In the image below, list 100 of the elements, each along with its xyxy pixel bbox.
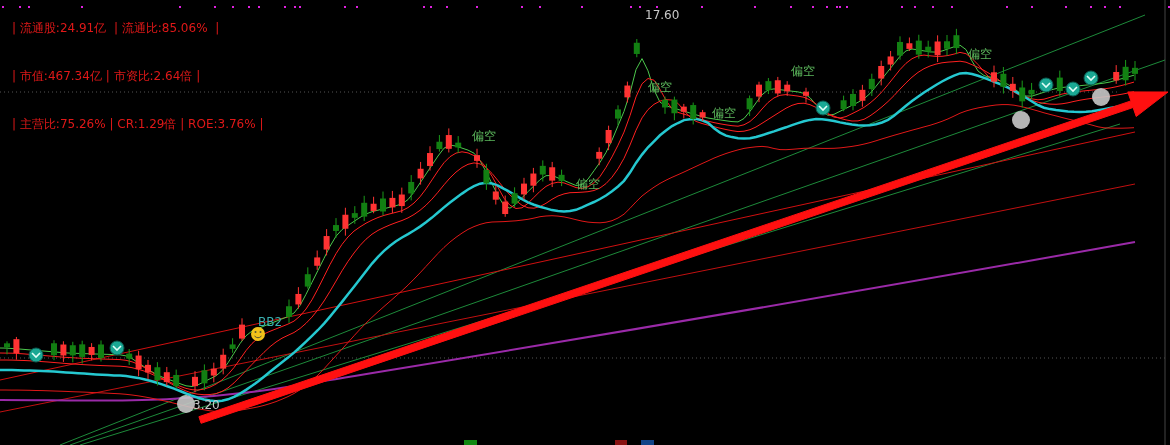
candlestick — [145, 359, 151, 380]
candlestick — [878, 60, 885, 86]
candlestick — [361, 195, 368, 222]
candlestick — [1019, 80, 1026, 109]
chevron-badge-icon — [1065, 81, 1081, 97]
candlestick — [342, 207, 349, 237]
candlestick — [624, 81, 631, 104]
candlestick — [521, 177, 527, 201]
candlestick — [408, 174, 415, 201]
tag-marker — [641, 440, 654, 445]
candlestick — [680, 103, 687, 119]
candlestick — [615, 104, 621, 126]
candlestick — [60, 340, 67, 363]
signal-label: 偏空 — [472, 129, 496, 143]
candlestick — [436, 134, 443, 153]
candlestick — [774, 76, 781, 97]
candlestick — [229, 337, 236, 354]
signal-label: 偏空 — [968, 47, 992, 61]
candlestick — [906, 37, 913, 52]
candlestick — [333, 217, 339, 239]
candlestick — [135, 350, 142, 377]
chevron-badge-icon — [1038, 77, 1054, 93]
candlestick — [370, 196, 377, 214]
signal-label: 偏空 — [712, 106, 736, 120]
candlestick — [850, 88, 856, 111]
candlestick — [427, 145, 433, 172]
candlestick — [163, 366, 170, 387]
candlestick — [304, 266, 311, 290]
candlestick — [511, 186, 518, 208]
candlestick — [69, 341, 76, 363]
candlestick — [765, 77, 772, 95]
candlestick — [1122, 59, 1129, 87]
candlestick — [756, 81, 762, 103]
candlestick — [868, 73, 875, 97]
candlestick — [323, 228, 330, 256]
chevron-badge-icon — [1083, 70, 1099, 86]
candlestick — [633, 38, 640, 58]
candlestick — [1000, 66, 1007, 95]
chevron-badge-icon — [109, 340, 125, 356]
candlestick — [201, 363, 208, 391]
candlestick — [671, 96, 678, 121]
candlestick — [897, 35, 903, 61]
candlestick — [1009, 76, 1016, 99]
candlestick — [549, 161, 556, 188]
candlestick — [239, 317, 245, 342]
candlestick — [126, 348, 133, 366]
candlestick — [210, 362, 217, 383]
chevron-badge-icon — [815, 100, 831, 116]
candlestick — [220, 348, 227, 375]
stock-info-line: | 主营比:75.26% | CR:1.29倍 | ROE:3.76% | — [12, 116, 264, 132]
candlestick — [51, 339, 57, 361]
candlestick — [192, 370, 198, 393]
tag-marker — [464, 440, 477, 445]
candlestick — [98, 339, 104, 363]
candlestick — [79, 340, 86, 365]
candlestick — [389, 190, 396, 214]
candlestick — [483, 163, 490, 191]
candlestick — [690, 102, 697, 125]
candlestick — [1028, 82, 1035, 100]
candlestick — [398, 187, 405, 214]
candlestick — [502, 195, 509, 218]
candlestick — [88, 342, 95, 361]
smiley-icon — [251, 327, 265, 341]
tag-marker — [615, 440, 627, 445]
circle-marker-icon — [1092, 88, 1110, 106]
candlestick — [887, 50, 894, 71]
candlestick — [539, 159, 546, 183]
candlestick — [530, 167, 537, 193]
candlestick — [746, 95, 753, 117]
candlestick — [154, 361, 161, 387]
candlestick — [314, 250, 321, 271]
candlestick — [991, 65, 997, 88]
candlestick — [1132, 60, 1138, 81]
candlestick — [1113, 64, 1120, 85]
candlestick — [596, 146, 603, 166]
candlestick — [4, 340, 10, 355]
candlestick — [474, 148, 480, 169]
candlestick — [803, 87, 809, 104]
candlestick — [492, 184, 499, 206]
chevron-badge-icon — [28, 347, 44, 363]
signal-label: 偏空 — [791, 64, 815, 78]
candlestick — [662, 96, 668, 115]
candlestick — [173, 369, 180, 390]
high-price-label: 17.60 — [645, 8, 680, 22]
candlestick — [605, 125, 612, 151]
candlestick — [840, 95, 847, 112]
circle-marker-icon — [177, 395, 195, 413]
candlestick — [859, 84, 866, 108]
candlestick — [953, 28, 960, 55]
candlestick — [286, 299, 292, 324]
candlestick — [784, 80, 791, 97]
candlestick — [417, 161, 424, 186]
candlestick — [699, 109, 706, 122]
candlestick — [351, 205, 358, 225]
candlestick — [944, 34, 950, 57]
candlestick — [380, 191, 386, 216]
stock-info-line: | 流通股:24.91亿 | 流通比:85.06% | — [12, 20, 221, 36]
candlestick — [915, 34, 922, 60]
candlestick — [445, 127, 452, 153]
circle-marker-icon — [1012, 111, 1030, 129]
